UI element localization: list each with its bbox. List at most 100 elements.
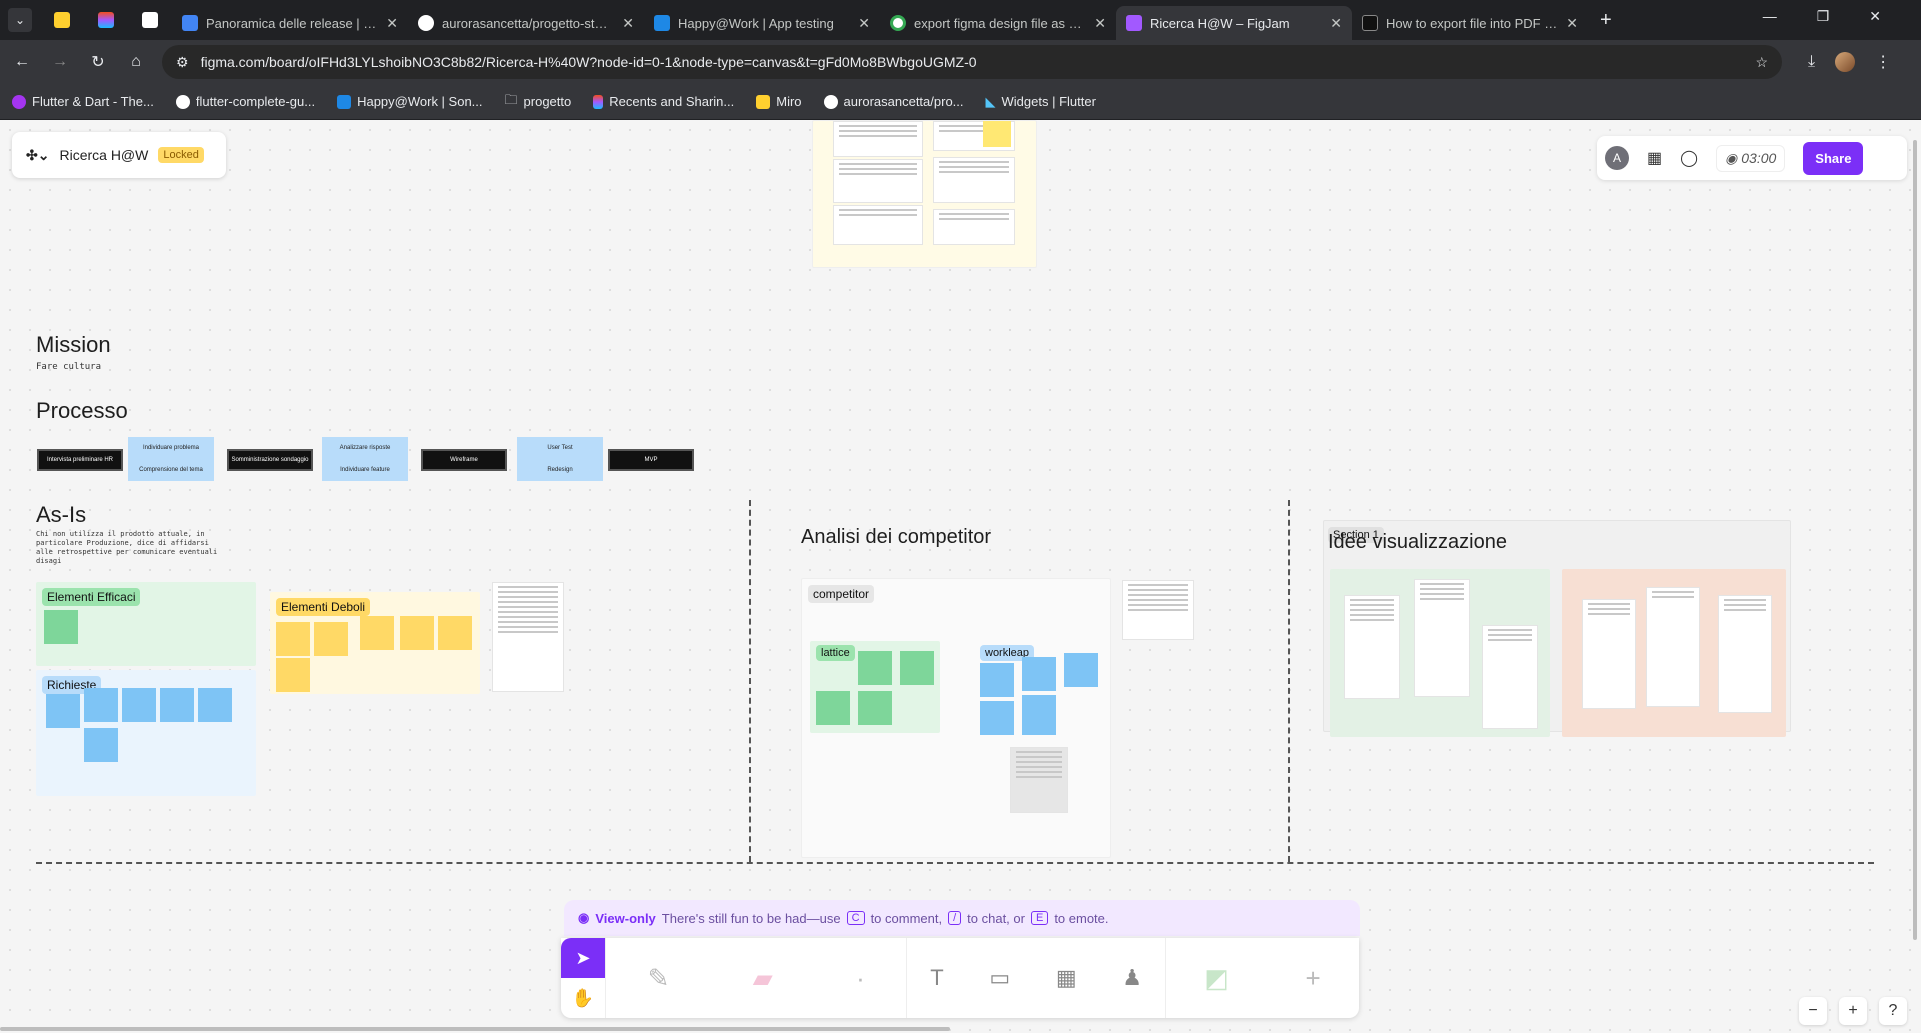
flutter-icon: ◣ (985, 93, 996, 109)
github-icon (823, 94, 838, 109)
phone-mockup (1582, 599, 1636, 709)
pinned-tab-miro[interactable] (40, 4, 84, 36)
view-only-label: View-only (595, 910, 656, 926)
idee-section[interactable]: Section 1 Idee visualizzazione (1323, 520, 1791, 737)
tab-happywork-testing[interactable]: Happy@Work | App testing ✕ (644, 6, 880, 40)
reload-icon[interactable]: ↻ (82, 46, 114, 78)
hint-text: to chat, or (967, 910, 1025, 926)
close-icon[interactable]: ✕ (1566, 15, 1578, 32)
more-tools-icon[interactable]: + (1305, 963, 1320, 994)
bookmark-item[interactable]: aurorasancetta/pro... (823, 94, 964, 109)
figjam-icon (1126, 15, 1142, 31)
process-step[interactable]: User Test Redesign (517, 437, 603, 481)
bookmark-label: aurorasancetta/pro... (843, 94, 964, 109)
tab-github-progetto[interactable]: aurorasancetta/progetto-stage ✕ (408, 6, 644, 40)
section-divider (749, 500, 751, 862)
phone-mockup (1344, 595, 1400, 699)
table-tool-icon[interactable]: ▦ (1056, 965, 1077, 991)
stamp-tool-icon[interactable]: · (856, 963, 865, 994)
hand-tool-icon[interactable]: ✋ (561, 978, 605, 1018)
close-icon[interactable]: ✕ (622, 15, 634, 32)
site-info-icon[interactable]: ⚙ (176, 54, 189, 71)
process-step[interactable]: Intervista preliminare HR (37, 449, 123, 471)
address-bar[interactable]: ⚙ figma.com/board/oIFHd3LYLshoibNO3C8b82… (162, 45, 1782, 79)
locked-badge: Locked (158, 147, 204, 163)
elementi-efficaci-panel[interactable]: Elementi Efficaci (36, 582, 256, 666)
bookmark-item[interactable]: 🗀 progetto (505, 91, 572, 113)
pen-tool-icon[interactable]: ✎ (648, 963, 670, 994)
profile-avatar[interactable] (1835, 52, 1856, 72)
elementi-deboli-panel[interactable]: Elementi Deboli (270, 592, 480, 694)
pinned-tab-figma[interactable] (84, 4, 128, 36)
competitor-panel[interactable]: competitor lattice workleap (801, 578, 1111, 858)
text-tool-icon[interactable]: T (930, 965, 943, 991)
onboarding-frame[interactable] (812, 120, 1037, 268)
minimize-icon[interactable]: — (1763, 8, 1777, 25)
timer-widget[interactable]: ◉ 03:00 (1716, 144, 1786, 172)
bookmark-item[interactable]: Happy@Work | Son... (337, 94, 483, 109)
process-step[interactable]: MVP (608, 449, 694, 471)
sticky-note (400, 616, 434, 650)
process-step[interactable]: Analizzare risposte Individuare feature (322, 437, 408, 481)
close-icon[interactable]: ✕ (1094, 15, 1106, 32)
sticky-note (1022, 695, 1056, 735)
download-icon[interactable]: ⤓ (1808, 53, 1815, 71)
help-button[interactable]: ? (1879, 997, 1907, 1025)
tab-panoramica[interactable]: Panoramica delle release | Happ ✕ (172, 6, 408, 40)
section-tool-icon[interactable]: ▭ (989, 965, 1010, 991)
user-avatar[interactable]: A (1605, 146, 1629, 170)
bookmark-item[interactable]: flutter-complete-gu... (175, 94, 315, 109)
pinned-tab-medium[interactable] (128, 4, 172, 36)
comment-icon[interactable]: ◯ (1680, 148, 1698, 168)
tab-export-pdf[interactable]: How to export file into PDF in F ✕ (1352, 6, 1588, 40)
firebase-icon (654, 15, 670, 31)
share-button[interactable]: Share (1803, 141, 1864, 175)
bookmark-item[interactable]: Miro (756, 94, 802, 109)
close-icon[interactable]: ✕ (386, 15, 398, 32)
stamp-icon[interactable]: ♟ (1122, 965, 1142, 991)
horizontal-scrollbar[interactable] (0, 1027, 950, 1031)
home-icon[interactable]: ⌂ (120, 46, 152, 78)
process-step[interactable]: Somministrazione sondaggio (227, 449, 313, 471)
bookmark-item[interactable]: Recents and Sharin... (593, 94, 734, 109)
close-window-icon[interactable]: ✕ (1869, 8, 1881, 25)
sticky-note (44, 610, 78, 644)
bookmark-item[interactable]: Flutter & Dart - The... (12, 94, 154, 109)
sticky-stack-icon[interactable]: ▰ (753, 963, 773, 994)
tab-search-button[interactable]: ⌄ (8, 8, 32, 32)
restore-icon[interactable]: ❐ (1817, 8, 1830, 25)
vertical-scrollbar[interactable] (1913, 140, 1917, 940)
lattice-cluster[interactable]: lattice (810, 641, 940, 733)
figma-logo-icon[interactable]: ✣⌄ (26, 147, 49, 164)
sticky-note (816, 691, 850, 725)
new-tab-button[interactable]: + (1600, 9, 1612, 32)
process-step[interactable]: Wireframe (421, 449, 507, 471)
file-name[interactable]: Ricerca H@W (59, 147, 148, 163)
bookmark-item[interactable]: ◣ Widgets | Flutter (986, 94, 1096, 110)
close-icon[interactable]: ✕ (858, 15, 870, 32)
bookmark-star-icon[interactable]: ☆ (1755, 54, 1768, 71)
templates-icon[interactable]: ◩ (1204, 963, 1229, 994)
mockup-image-green[interactable] (1330, 569, 1550, 737)
back-icon[interactable]: ← (6, 46, 38, 78)
figma-icon (98, 12, 114, 28)
close-icon[interactable]: ✕ (1330, 15, 1342, 32)
file-menu[interactable]: ✣⌄ Ricerca H@W Locked (12, 132, 226, 178)
process-step[interactable]: Individuare problema Comprensione del tem… (128, 437, 214, 481)
tab-google-search[interactable]: export figma design file as pdf ✕ (880, 6, 1116, 40)
zoom-out-button[interactable]: − (1799, 997, 1827, 1025)
move-tool-icon[interactable]: ➤ (561, 938, 605, 978)
figjam-canvas[interactable]: ✣⌄ Ricerca H@W Locked A ▦ ◯ ◉ 03:00 Share… (0, 120, 1921, 1033)
richieste-panel[interactable]: Richieste (36, 670, 256, 796)
github-icon (175, 94, 190, 109)
sticky-note (122, 688, 156, 722)
browser-menu-icon[interactable]: ⋮ (1875, 52, 1891, 72)
layout-icon[interactable]: ▦ (1647, 148, 1662, 168)
sticky-note (1064, 653, 1098, 687)
mockup-image-peach[interactable] (1562, 569, 1786, 737)
forward-icon[interactable]: → (44, 46, 76, 78)
zoom-in-button[interactable]: + (1839, 997, 1867, 1025)
tab-figjam-ricerca[interactable]: Ricerca H@W – FigJam ✕ (1116, 6, 1352, 40)
doc-card[interactable] (1122, 580, 1194, 640)
doc-card[interactable] (492, 582, 564, 692)
